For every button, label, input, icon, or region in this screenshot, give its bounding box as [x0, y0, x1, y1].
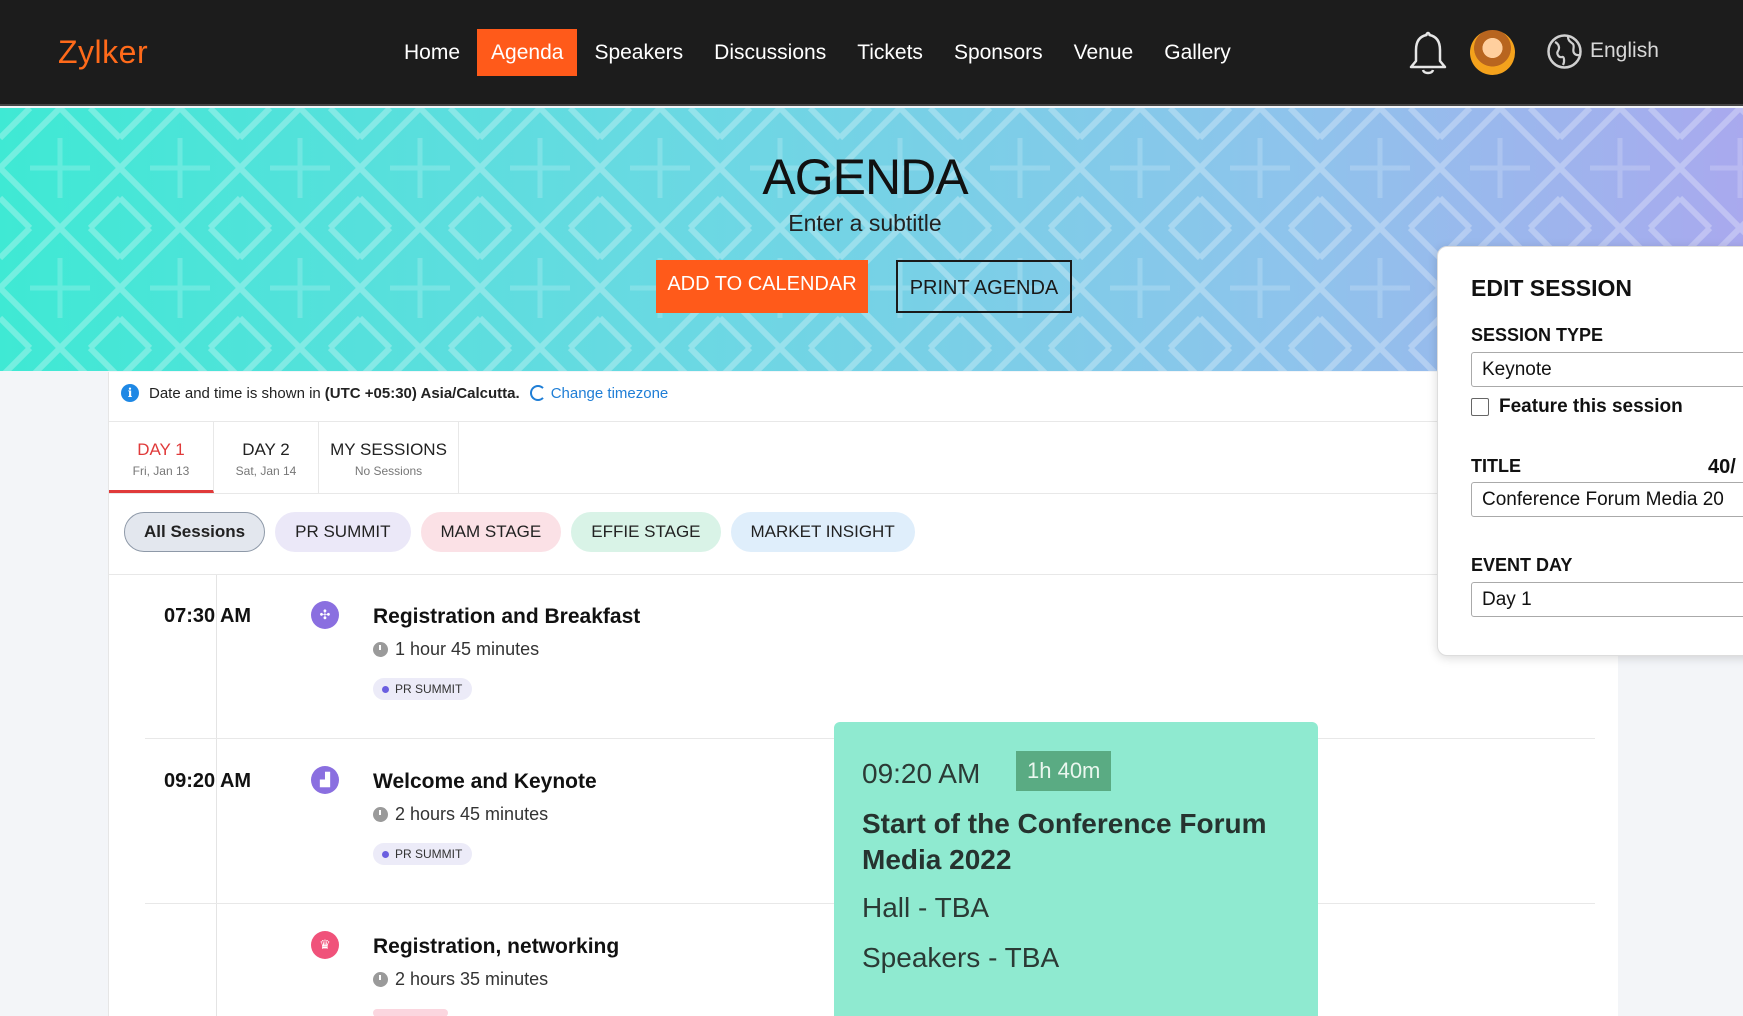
edit-session-panel: EDIT SESSION SESSION TYPE Keynote Featur…: [1437, 246, 1743, 656]
timezone-notice: i Date and time is shown in (UTC +05:30)…: [121, 384, 668, 402]
title-label: TITLE: [1471, 456, 1521, 476]
filter-all-sessions[interactable]: All Sessions: [124, 512, 266, 552]
tab-day-1-label: DAY 1: [137, 440, 185, 459]
divider: [109, 574, 1619, 575]
tab-my-sessions[interactable]: MY SESSIONS No Sessions: [319, 422, 459, 493]
tab-day-2-date: Sat, Jan 14: [235, 464, 297, 478]
event-day-label: EVENT DAY: [1471, 555, 1573, 575]
session-type-label: SESSION TYPE: [1471, 325, 1604, 345]
divider: [109, 493, 1619, 494]
bell-icon[interactable]: [1408, 30, 1448, 76]
session-time: 09:20 AM: [164, 770, 252, 792]
filter-effie-stage[interactable]: EFFIE STAGE: [571, 512, 721, 552]
duration-text: 2 hours 35 minutes: [395, 969, 549, 989]
filter-mam-stage[interactable]: MAM STAGE: [420, 512, 562, 552]
session-type-select[interactable]: Keynote: [1471, 352, 1743, 387]
session-title[interactable]: Registration, networking: [373, 935, 619, 959]
nav-discussions[interactable]: Discussions: [700, 29, 840, 76]
feature-session-checkbox[interactable]: [1471, 398, 1489, 416]
popup-time: 09:20 AM: [862, 758, 981, 789]
nav-speakers[interactable]: Speakers: [580, 29, 697, 76]
tab-my-sessions-label: MY SESSIONS: [330, 440, 447, 459]
feature-session-label[interactable]: Feature this session: [1499, 396, 1683, 418]
avatar[interactable]: [1470, 30, 1515, 75]
food-icon: ✣: [311, 601, 339, 629]
panel-title: EDIT SESSION: [1471, 275, 1633, 301]
timezone-value: (UTC +05:30) Asia/Calcutta.: [324, 384, 520, 402]
language-selector[interactable]: English: [1590, 39, 1659, 63]
popup-speakers: Speakers - TBA: [862, 942, 1060, 973]
nav-agenda[interactable]: Agenda: [477, 29, 578, 76]
tab-day-2-label: DAY 2: [242, 440, 290, 459]
refresh-icon: [529, 385, 546, 401]
popup-hall: Hall - TBA: [862, 892, 990, 923]
podium-icon: ▟: [311, 766, 339, 794]
networking-icon: ♛: [311, 931, 339, 959]
clock-icon: [373, 807, 388, 822]
nav-venue[interactable]: Venue: [1060, 29, 1148, 76]
session-tag: PR SUMMIT: [373, 678, 473, 700]
nav-home[interactable]: Home: [390, 29, 474, 76]
print-agenda-button[interactable]: PRINT AGENDA: [896, 260, 1072, 313]
tab-my-sessions-sub: No Sessions: [354, 464, 423, 478]
timeline-line: [216, 575, 217, 1016]
tab-day-1-date: Fri, Jan 13: [132, 464, 190, 478]
add-to-calendar-button[interactable]: ADD TO CALENDAR: [656, 260, 868, 313]
main-menu: Home Agenda Speakers Discussions Tickets…: [390, 29, 1248, 76]
tag-dot: [382, 850, 389, 858]
day-tabs: DAY 1 Fri, Jan 13 DAY 2 Sat, Jan 14 MY S…: [109, 422, 459, 493]
tag-label: PR SUMMIT: [395, 847, 463, 861]
popup-title: Start of the Conference Forum Media 2022: [862, 808, 1267, 875]
session-tag: PR SUMMIT: [373, 843, 473, 865]
duration-badge: 1h 40m: [1016, 751, 1112, 791]
change-timezone-link[interactable]: Change timezone: [529, 384, 669, 402]
session-title[interactable]: Welcome and Keynote: [373, 770, 597, 794]
stage-filters: All Sessions PR SUMMIT MAM STAGE EFFIE S…: [124, 512, 925, 552]
nav-gallery[interactable]: Gallery: [1150, 29, 1245, 76]
tab-day-1[interactable]: DAY 1 Fri, Jan 13: [109, 422, 214, 493]
session-duration: 2 hours 45 minutes: [373, 804, 548, 825]
page-subtitle[interactable]: Enter a subtitle: [0, 210, 1730, 237]
clock-icon: [373, 972, 388, 987]
duration-text: 1 hour 45 minutes: [395, 639, 540, 659]
tab-day-2[interactable]: DAY 2 Sat, Jan 14: [214, 422, 319, 493]
change-timezone-label: Change timezone: [550, 384, 669, 402]
clock-icon: [373, 642, 388, 657]
event-day-select[interactable]: Day 1: [1471, 582, 1743, 617]
session-duration: 2 hours 35 minutes: [373, 969, 548, 990]
filter-market-insight[interactable]: MARKET INSIGHT: [730, 512, 915, 552]
session-duration: 1 hour 45 minutes: [373, 639, 539, 660]
title-char-counter: 40/: [1708, 456, 1736, 478]
session-title[interactable]: Registration and Breakfast: [373, 605, 640, 629]
nav-sponsors[interactable]: Sponsors: [940, 29, 1057, 76]
session-hover-card[interactable]: 09:20 AM 1h 40m Start of the Conference …: [834, 722, 1318, 1016]
duration-text: 2 hours 45 minutes: [395, 804, 549, 824]
tag-dot: [382, 685, 389, 693]
session-time: 07:30 AM: [164, 605, 252, 627]
page-title: AGENDA: [762, 149, 968, 205]
nav-tickets[interactable]: Tickets: [843, 29, 937, 76]
session-tag: [373, 1009, 448, 1016]
title-input[interactable]: Conference Forum Media 20: [1471, 482, 1743, 517]
filter-pr-summit[interactable]: PR SUMMIT: [275, 512, 411, 552]
tag-label: PR SUMMIT: [395, 682, 463, 696]
top-nav: Zylker Home Agenda Speakers Discussions …: [0, 0, 1743, 106]
timezone-prefix: Date and time is shown in: [149, 384, 321, 402]
logo[interactable]: Zylker: [58, 34, 148, 71]
globe-icon[interactable]: [1546, 33, 1583, 70]
info-icon: i: [121, 384, 139, 402]
